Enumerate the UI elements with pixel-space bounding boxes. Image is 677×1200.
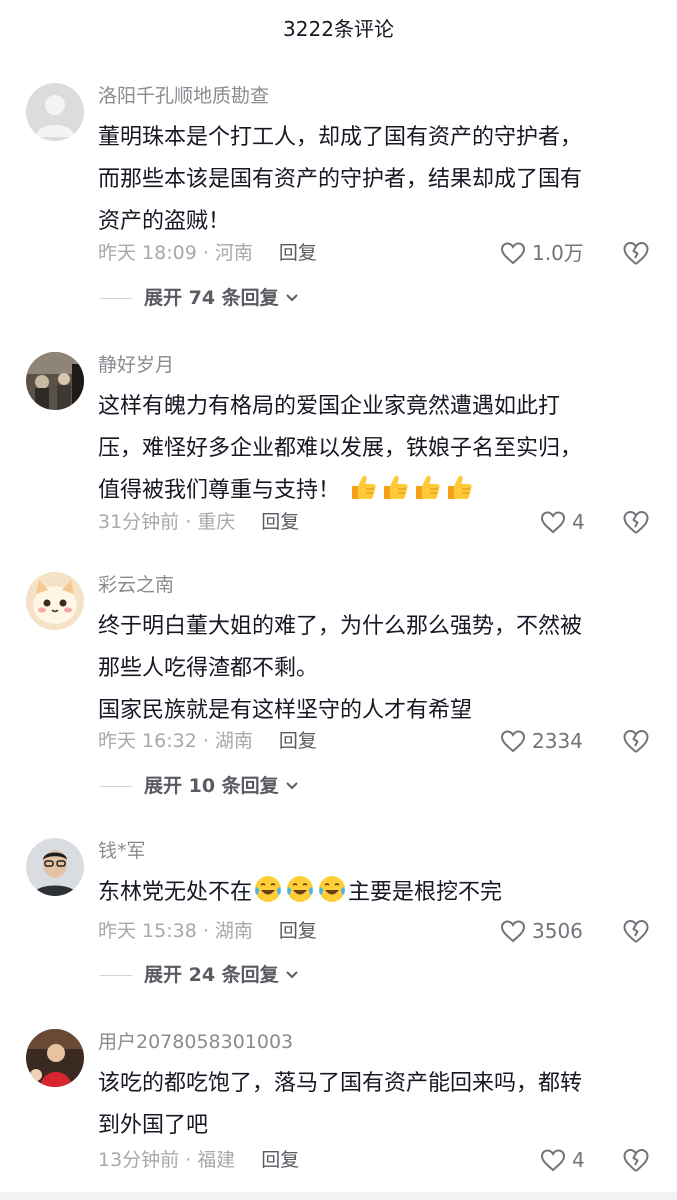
expand-divider [100,297,132,299]
expand-replies-button[interactable]: 展开 24 条回复 [100,962,299,988]
expand-replies-button[interactable]: 展开 74 条回复 [100,285,299,311]
dislike-button[interactable] [622,1147,650,1173]
comment-line: 压，难怪好多企业都难以发展，铁娘子名至实归， [98,436,583,461]
bottom-divider [0,1192,677,1200]
comment-line: 董明珠本是个打工人，却成了国有资产的守护者， [98,125,583,150]
username[interactable]: 静好岁月 [98,352,174,378]
like-button[interactable]: 4 [540,1147,585,1173]
chevron-down-icon [285,782,298,790]
expand-divider [100,974,132,976]
heart-icon [500,242,526,265]
comment-line: 那些人吃得渣都不剩。 [98,656,319,681]
dislike-button[interactable] [622,240,650,266]
expand-replies-label: 展开 10 条回复 [144,775,279,797]
like-count: 3506 [532,919,583,943]
avatar[interactable] [26,838,84,896]
comment-line: 值得被我们尊重与支持！ [98,478,341,503]
comment-text: 东林党无处不在 主要是根挖不完 [98,872,658,914]
heart-icon [500,730,526,753]
avatar[interactable] [26,1029,84,1087]
thumbs-up-emoji [444,472,474,502]
like-button[interactable]: 4 [540,509,585,535]
broken-heart-icon [623,729,649,753]
username[interactable]: 彩云之南 [98,572,174,598]
avatar[interactable] [26,83,84,141]
username[interactable]: 钱*军 [98,838,146,864]
comment-line-with-emoji: 东林党无处不在 主要是根挖不完 [98,872,658,914]
reply-button[interactable]: 回复 [279,730,317,752]
crying-laughing-emoji [317,874,347,904]
comment-meta: 昨天 15:38 · 湖南 回复 [98,918,317,944]
comment-meta: 31分钟前 · 重庆 回复 [98,509,299,535]
like-count: 1.0万 [532,241,584,265]
like-count: 4 [572,1148,585,1172]
comment-time-location: 昨天 16:32 · 湖南 [98,730,253,752]
comments-header: 3222条评论 [0,0,677,58]
heart-icon [500,920,526,943]
reply-button[interactable]: 回复 [261,511,299,533]
comment-line: 到外国了吧 [98,1113,209,1138]
heart-icon [540,511,566,534]
dislike-button[interactable] [622,728,650,754]
comment-time-location: 31分钟前 · 重庆 [98,511,236,533]
expand-replies-button[interactable]: 展开 10 条回复 [100,773,299,799]
avatar[interactable] [26,572,84,630]
dislike-button[interactable] [622,509,650,535]
expand-replies-label: 展开 74 条回复 [144,287,279,309]
comment-time-location: 昨天 15:38 · 湖南 [98,920,253,942]
comment-text: 这样有魄力有格局的爱国企业家竟然遭遇如此打 压，难怪好多企业都难以发展，铁娘子名… [98,386,658,512]
dislike-button[interactable] [622,918,650,944]
broken-heart-icon [623,919,649,943]
comment-line: 主要是根挖不完 [348,880,503,905]
expand-divider [100,785,132,787]
comment-line: 该吃的都吃饱了，落马了国有资产能回来吗，都转 [98,1071,583,1096]
like-button[interactable]: 1.0万 [500,240,584,266]
comment-meta: 13分钟前 · 福建 回复 [98,1147,299,1173]
username[interactable]: 洛阳千孔顺地质勘查 [98,83,269,109]
comment-time-location: 13分钟前 · 福建 [98,1149,236,1171]
crying-laughing-emoji [285,874,315,904]
expand-replies-label: 展开 24 条回复 [144,964,279,986]
reply-button[interactable]: 回复 [279,242,317,264]
broken-heart-icon [623,510,649,534]
comment-line-with-emoji: 值得被我们尊重与支持！ [98,470,658,512]
comment-meta: 昨天 16:32 · 湖南 回复 [98,728,317,754]
comment-line: 这样有魄力有格局的爱国企业家竟然遭遇如此打 [98,394,561,419]
crying-laughing-emoji [253,874,283,904]
like-count: 2334 [532,729,583,753]
comment-time-location: 昨天 18:09 · 河南 [98,242,253,264]
reply-button[interactable]: 回复 [261,1149,299,1171]
comment-line: 终于明白董大姐的难了，为什么那么强势，不然被 [98,614,583,639]
like-button[interactable]: 3506 [500,918,583,944]
like-count: 4 [572,510,585,534]
comment-line: 而那些本该是国有资产的守护者，结果却成了国有 [98,167,583,192]
heart-icon [540,1149,566,1172]
comment-count-title: 3222条评论 [283,17,394,41]
like-button[interactable]: 2334 [500,728,583,754]
thumbs-up-emoji [380,472,410,502]
comment-line: 东林党无处不在 [98,880,253,905]
thumbs-up-emoji [412,472,442,502]
broken-heart-icon [623,241,649,265]
thumbs-up-emoji [348,472,378,502]
username[interactable]: 用户2078058301003 [98,1029,293,1055]
avatar[interactable] [26,352,84,410]
reply-button[interactable]: 回复 [279,920,317,942]
comment-meta: 昨天 18:09 · 河南 回复 [98,240,317,266]
comment-text: 董明珠本是个打工人，却成了国有资产的守护者， 而那些本该是国有资产的守护者，结果… [98,117,658,243]
chevron-down-icon [285,294,298,302]
comment-text: 该吃的都吃饱了，落马了国有资产能回来吗，都转 到外国了吧 [98,1063,658,1147]
comment-line: 国家民族就是有这样坚守的人才有希望 [98,698,473,723]
comment-line: 资产的盗贼！ [98,209,231,234]
chevron-down-icon [285,971,298,979]
broken-heart-icon [623,1148,649,1172]
comment-text: 终于明白董大姐的难了，为什么那么强势，不然被 那些人吃得渣都不剩。 国家民族就是… [98,606,658,732]
